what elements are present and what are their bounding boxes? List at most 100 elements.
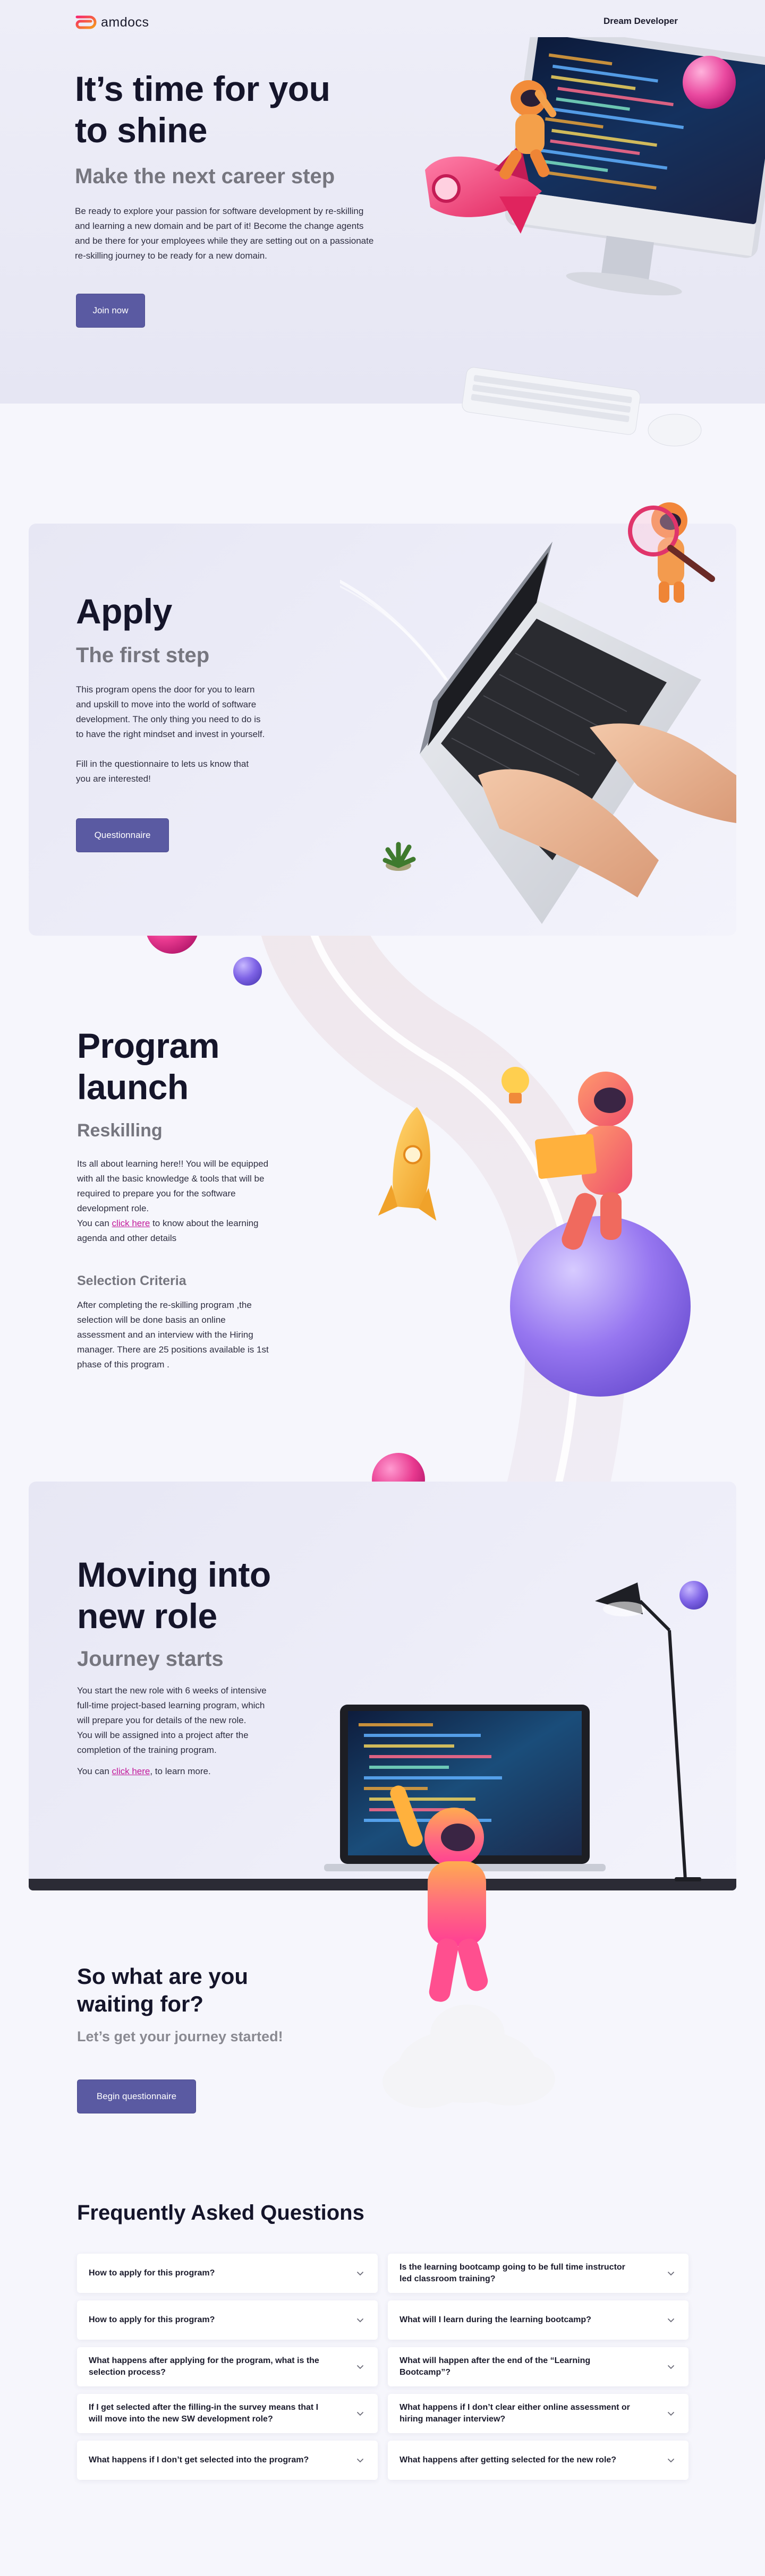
- faq-question-line: What happens if I don’t get selected int…: [89, 2455, 309, 2464]
- faq-question-line: If I get selected after the filling-in t…: [89, 2403, 319, 2412]
- new-role-title-line1: Moving into: [77, 1555, 271, 1594]
- faq-question: How to apply for this program?: [89, 2267, 215, 2279]
- cta-subtitle: Let’s get your journey started!: [77, 2029, 283, 2044]
- criteria-line: manager. There are 25 positions availabl…: [77, 1345, 269, 1355]
- chevron-down-icon[interactable]: [667, 2363, 675, 2370]
- faq-question-line: How to apply for this program?: [89, 2315, 215, 2324]
- launch-body-line: development role.: [77, 1203, 149, 1213]
- new-role-title: Moving into new role: [77, 1554, 353, 1637]
- faq-item[interactable]: How to apply for this program?: [77, 2300, 378, 2340]
- begin-questionnaire-button[interactable]: Begin questionnaire: [77, 2079, 196, 2113]
- chevron-down-icon[interactable]: [356, 2363, 364, 2370]
- faq-question: Is the learning bootcamp going to be ful…: [400, 2262, 625, 2285]
- hero-body-line: re-skilling journey to be ready for a ne…: [75, 251, 267, 261]
- new-role-illustration: [324, 1581, 708, 2108]
- chevron-down-icon[interactable]: [667, 2457, 675, 2464]
- launch-title-line2: launch: [77, 1067, 189, 1107]
- apply-title: Apply: [76, 592, 172, 631]
- launch-link-prefix: You can: [77, 1218, 112, 1228]
- criteria-line: selection will be done basis an online: [77, 1315, 226, 1325]
- new-role-body-line: full-time project-based learning program…: [77, 1700, 265, 1710]
- faq-item[interactable]: What will I learn during the learning bo…: [388, 2300, 688, 2340]
- chevron-down-icon[interactable]: [356, 2270, 364, 2277]
- launch-link-line: You can click here to know about the lea…: [77, 1216, 311, 1231]
- join-now-button[interactable]: Join now: [76, 294, 145, 328]
- launch-body-line: with all the basic knowledge & tools tha…: [77, 1174, 265, 1184]
- faq-question: What will I learn during the learning bo…: [400, 2314, 591, 2326]
- faq-question-line: How to apply for this program?: [89, 2269, 215, 2278]
- faq-question-line: Is the learning bootcamp going to be ful…: [400, 2263, 625, 2272]
- hero-illustration: [425, 37, 765, 447]
- questionnaire-button[interactable]: Questionnaire: [76, 818, 169, 852]
- launch-subtitle: Reskilling: [77, 1120, 163, 1141]
- launch-body-line: Its all about learning here!! You will b…: [77, 1159, 269, 1169]
- new-role-link-prefix: You can: [77, 1766, 112, 1776]
- hero-subtitle: Make the next career step: [75, 165, 335, 188]
- faq-question-line: Bootcamp”?: [400, 2368, 450, 2377]
- new-role-body: You start the new role with 6 weeks of i…: [77, 1683, 311, 1779]
- launch-body-line: required to prepare you for the software: [77, 1188, 236, 1199]
- chevron-down-icon[interactable]: [667, 2270, 675, 2277]
- faq-question: What happens if I don’t clear either onl…: [400, 2402, 630, 2425]
- faq-question: What happens after getting selected for …: [400, 2454, 616, 2466]
- faq-item[interactable]: What happens after getting selected for …: [388, 2441, 688, 2480]
- nav-dream-developer[interactable]: Dream Developer: [604, 16, 678, 27]
- chevron-down-icon[interactable]: [356, 2316, 364, 2324]
- faq-item[interactable]: What happens if I don’t clear either onl…: [388, 2394, 688, 2433]
- apply-body-line: you are interested!: [76, 774, 151, 784]
- selection-criteria-body: After completing the re-skilling program…: [77, 1298, 311, 1372]
- chevron-down-icon[interactable]: [667, 2410, 675, 2417]
- launch-title-line1: Program: [77, 1026, 219, 1065]
- new-role-title-line2: new role: [77, 1596, 217, 1636]
- apply-body-line: development. The only thing you need to …: [76, 714, 261, 724]
- logo-text[interactable]: amdocs: [101, 15, 149, 30]
- chevron-down-icon[interactable]: [667, 2316, 675, 2324]
- faq-item[interactable]: How to apply for this program?: [77, 2254, 378, 2293]
- faq-item[interactable]: If I get selected after the filling-in t…: [77, 2394, 378, 2433]
- hero-body-line: and be there for your employees while th…: [75, 236, 374, 246]
- faq-item[interactable]: Is the learning bootcamp going to be ful…: [388, 2254, 688, 2293]
- new-role-body-line: completion of the training program.: [77, 1745, 217, 1755]
- cta-title: So what are you waiting for?: [77, 1963, 248, 2018]
- faq-question: If I get selected after the filling-in t…: [89, 2402, 318, 2425]
- faq-question-line: hiring manager interview?: [400, 2415, 506, 2424]
- apply-illustration: [340, 502, 736, 924]
- new-role-subtitle: Journey starts: [77, 1647, 224, 1671]
- launch-body-line: agenda and other details: [77, 1233, 177, 1243]
- faq-question-line: What will happen after the end of the “L…: [400, 2356, 591, 2365]
- launch-click-here-link[interactable]: click here: [112, 1218, 150, 1228]
- faq-question-line: What happens after applying for the prog…: [89, 2356, 319, 2365]
- new-role-body-line: You will be assigned into a project afte…: [77, 1730, 249, 1740]
- faq-question-line: What happens if I don’t clear either onl…: [400, 2403, 630, 2412]
- faq-question: What will happen after the end of the “L…: [400, 2355, 590, 2378]
- faq-item[interactable]: What happens if I don’t get selected int…: [77, 2441, 378, 2480]
- faq-item[interactable]: What will happen after the end of the “L…: [388, 2347, 688, 2386]
- chevron-down-icon[interactable]: [356, 2410, 364, 2417]
- launch-body: Its all about learning here!! You will b…: [77, 1157, 311, 1246]
- faq-item[interactable]: What happens after applying for the prog…: [77, 2347, 378, 2386]
- launch-title: Program launch: [77, 1025, 300, 1108]
- launch-link-suffix: to know about the learning: [150, 1218, 259, 1228]
- amdocs-logo-icon: [75, 15, 97, 29]
- faq-question: How to apply for this program?: [89, 2314, 215, 2326]
- hero-title-line1: It’s time for you: [75, 69, 330, 108]
- criteria-line: assessment and an interview with the Hir…: [77, 1330, 253, 1340]
- new-role-link-suffix: , to learn more.: [150, 1766, 211, 1776]
- chevron-down-icon[interactable]: [356, 2457, 364, 2464]
- criteria-line: After completing the re-skilling program…: [77, 1300, 252, 1310]
- faq-title: Frequently Asked Questions: [77, 2201, 364, 2224]
- hero-body-line: and learning a new domain and be part of…: [75, 221, 364, 231]
- new-role-click-here-link[interactable]: click here: [112, 1766, 150, 1776]
- faq-question-line: What happens after getting selected for …: [400, 2455, 617, 2464]
- apply-body-line: This program opens the door for you to l…: [76, 684, 255, 695]
- hero-title: It’s time for you to shine: [75, 68, 404, 151]
- new-role-link-line: You can click here, to learn more.: [77, 1764, 311, 1779]
- new-role-body-line: will prepare you for details of the new …: [77, 1715, 246, 1725]
- faq-question-line: led classroom training?: [400, 2274, 496, 2283]
- apply-body-line: and upskill to move into the world of so…: [76, 699, 257, 709]
- faq-question-line: selection process?: [89, 2368, 166, 2377]
- launch-illustration: [378, 1067, 691, 1397]
- faq-question-line: What will I learn during the learning bo…: [400, 2315, 591, 2324]
- apply-body: This program opens the door for you to l…: [76, 682, 310, 786]
- cta-title-line1: So what are you: [77, 1964, 249, 1989]
